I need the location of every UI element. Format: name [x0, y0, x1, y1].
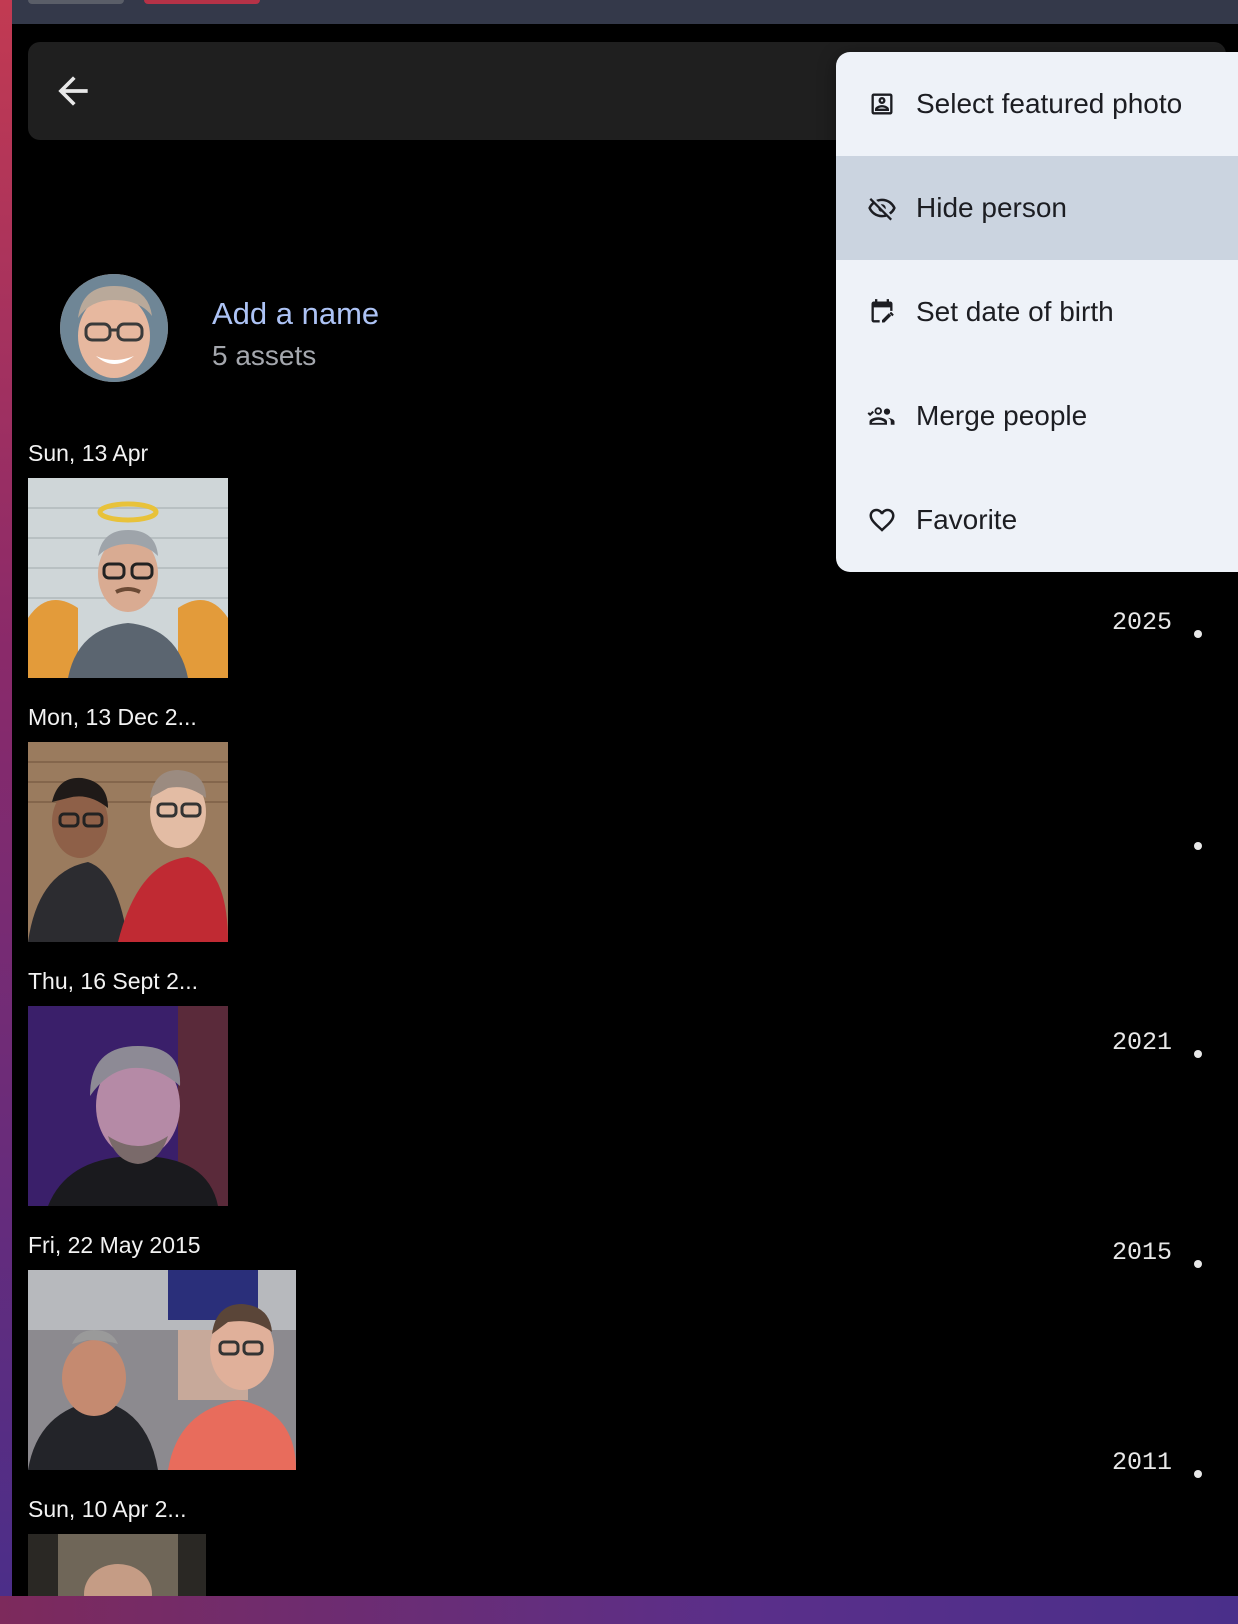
menu-item-select-featured-photo[interactable]: Select featured photo: [836, 52, 1238, 156]
menu-item-hide-person[interactable]: Hide person: [836, 156, 1238, 260]
asset-thumbnail[interactable]: [28, 1006, 228, 1206]
menu-item-label: Hide person: [916, 192, 1067, 223]
menu-item-merge-people[interactable]: Merge people: [836, 364, 1238, 468]
arrow-left-icon: [58, 76, 88, 106]
menu-item-label: Merge people: [916, 400, 1088, 431]
heart-outline-icon: [866, 504, 898, 536]
date-group-label[interactable]: Sun, 10 Apr 2...: [28, 1496, 187, 1523]
asset-thumbnail[interactable]: [28, 742, 228, 942]
timeline-dot[interactable]: [1194, 630, 1202, 638]
eye-off-icon: [866, 192, 898, 224]
timeline-dot[interactable]: [1194, 1050, 1202, 1058]
asset-thumbnail[interactable]: [28, 478, 228, 678]
timeline-year-label[interactable]: 2025: [1112, 608, 1172, 637]
browser-tab[interactable]: [28, 0, 124, 4]
asset-thumbnail[interactable]: [28, 1534, 206, 1596]
asset-count: 5 assets: [212, 340, 317, 371]
date-group-label[interactable]: Sun, 13 Apr: [28, 440, 148, 467]
browser-tab-strip: [12, 0, 1238, 25]
timeline-dot[interactable]: [1194, 1260, 1202, 1268]
timeline-dot[interactable]: [1194, 842, 1202, 850]
date-group-label[interactable]: Mon, 13 Dec 2...: [28, 704, 197, 731]
browser-tab-active[interactable]: [144, 0, 260, 4]
account-merge-icon: [866, 400, 898, 432]
menu-item-favorite[interactable]: Favorite: [836, 468, 1238, 572]
timeline-year-label[interactable]: 2011: [1112, 1448, 1172, 1477]
timeline-year-label[interactable]: 2015: [1112, 1238, 1172, 1267]
person-avatar[interactable]: [60, 274, 168, 382]
timeline-year-label[interactable]: 2021: [1112, 1028, 1172, 1057]
asset-thumbnail[interactable]: [28, 1270, 296, 1470]
back-button[interactable]: [46, 64, 100, 118]
calendar-edit-icon: [866, 296, 898, 328]
date-group-label[interactable]: Fri, 22 May 2015: [28, 1232, 201, 1259]
menu-item-label: Favorite: [916, 504, 1018, 535]
timeline-dot[interactable]: [1194, 1470, 1202, 1478]
date-group-label[interactable]: Thu, 16 Sept 2...: [28, 968, 198, 995]
menu-item-label: Set date of birth: [916, 296, 1114, 327]
add-name-button[interactable]: Add a name: [212, 296, 379, 332]
menu-item-set-date-of-birth[interactable]: Set date of birth: [836, 260, 1238, 364]
desktop-background: [0, 1596, 1238, 1624]
portrait-icon: [866, 88, 898, 120]
person-options-menu: Select featured photo Hide person Set da…: [836, 52, 1238, 572]
menu-item-label: Select featured photo: [916, 88, 1183, 119]
